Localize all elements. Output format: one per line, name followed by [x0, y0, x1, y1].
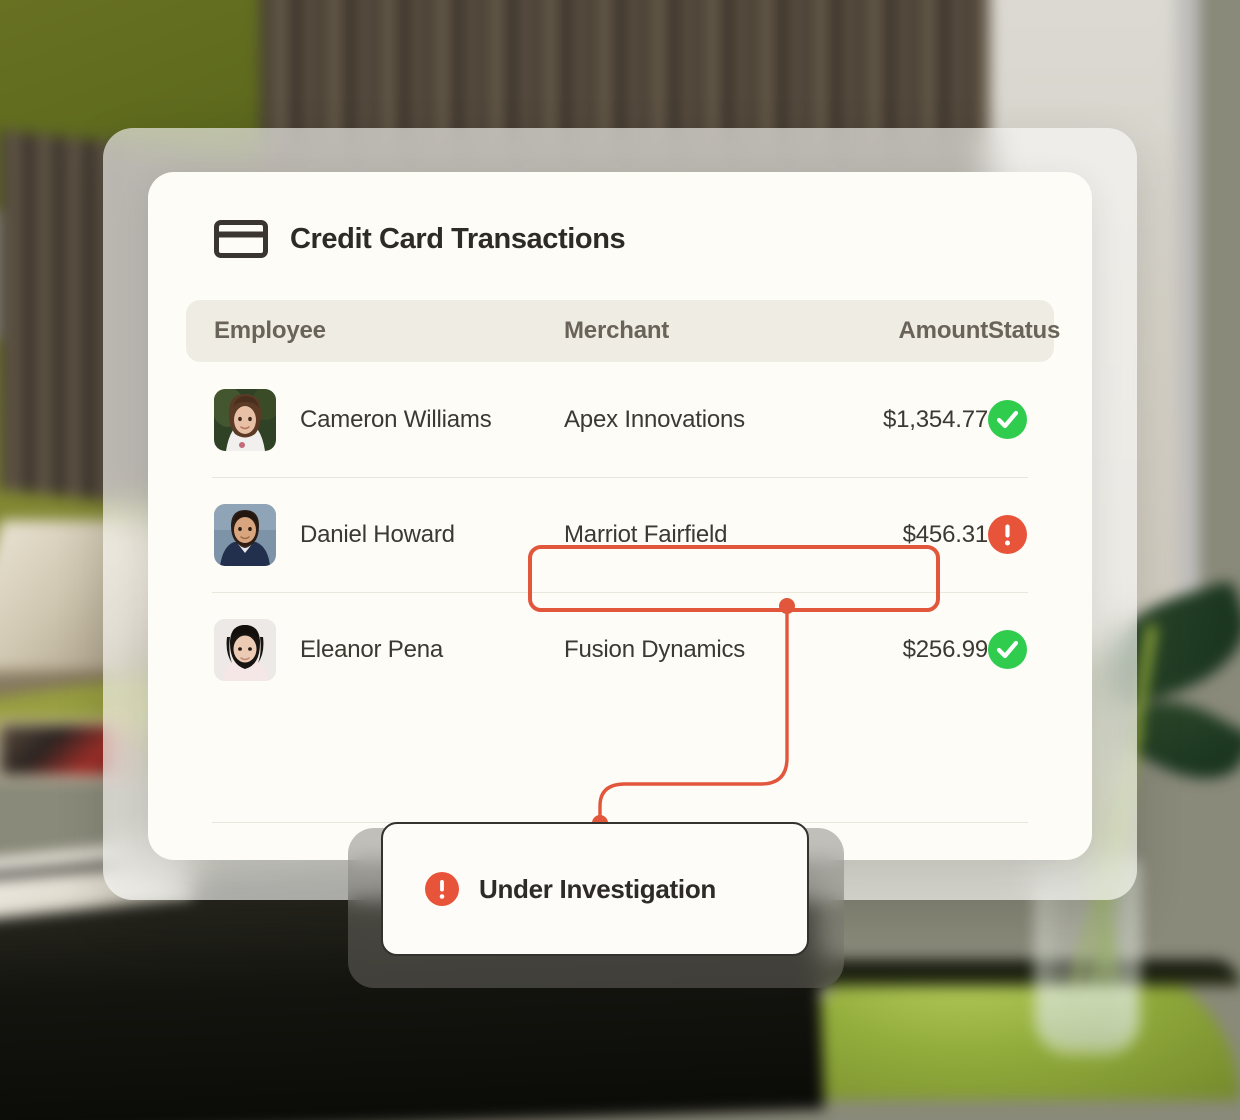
avatar: [214, 388, 276, 451]
employee-cell: Cameron Williams: [214, 388, 564, 451]
status-cell: [988, 630, 1031, 669]
credit-card-icon: [214, 220, 268, 258]
table-header-row: Employee Merchant Amount Status: [186, 300, 1060, 362]
employee-cell: Eleanor Pena: [214, 618, 564, 681]
table-row[interactable]: Cameron Williams Apex Innovations $1,354…: [186, 362, 1054, 477]
bg-table-rim: [780, 960, 1240, 986]
status-cell: [988, 400, 1031, 439]
employee-name: Cameron Williams: [300, 405, 492, 433]
table-row[interactable]: Eleanor Pena Fusion Dynamics $256.99: [186, 592, 1054, 707]
under-investigation-tooltip[interactable]: Under Investigation: [381, 822, 809, 956]
merchant-name: Fusion Dynamics: [564, 635, 746, 663]
alert-circle-icon: [425, 872, 459, 906]
amount-value: $256.99: [902, 635, 989, 663]
transactions-card: Credit Card Transactions Employee Mercha…: [148, 172, 1092, 860]
employee-name: Eleanor Pena: [300, 635, 444, 663]
merchant-name: Marriot Fairfield: [564, 520, 728, 548]
check-circle-icon: [988, 630, 1027, 669]
bg-wall-far-right: [1175, 0, 1200, 600]
column-header-employee: Employee: [214, 317, 326, 344]
tooltip-label: Under Investigation: [479, 873, 716, 904]
avatar: [214, 503, 276, 566]
table-row[interactable]: Daniel Howard Marriot Fairfield $456.31: [186, 477, 1054, 592]
merchant-name: Apex Innovations: [564, 405, 745, 433]
amount-value: $1,354.77: [883, 405, 988, 433]
alert-circle-icon: [988, 515, 1027, 554]
column-header-amount: Amount: [898, 317, 989, 344]
check-circle-icon: [988, 400, 1027, 439]
bg-vase-water: [1040, 985, 1135, 1047]
column-header-status: Status: [988, 317, 1061, 344]
employee-name: Daniel Howard: [300, 520, 455, 548]
transactions-table: Employee Merchant Amount Status Cameron …: [186, 300, 1060, 823]
table-body: Cameron Williams Apex Innovations $1,354…: [186, 362, 1054, 823]
page-title: Credit Card Transactions: [290, 222, 626, 255]
column-header-merchant: Merchant: [564, 317, 670, 344]
employee-cell: Daniel Howard: [214, 503, 564, 566]
card-header: Credit Card Transactions: [148, 172, 1092, 258]
amount-value: $456.31: [902, 520, 989, 548]
status-cell: [988, 515, 1031, 554]
avatar: [214, 618, 276, 681]
